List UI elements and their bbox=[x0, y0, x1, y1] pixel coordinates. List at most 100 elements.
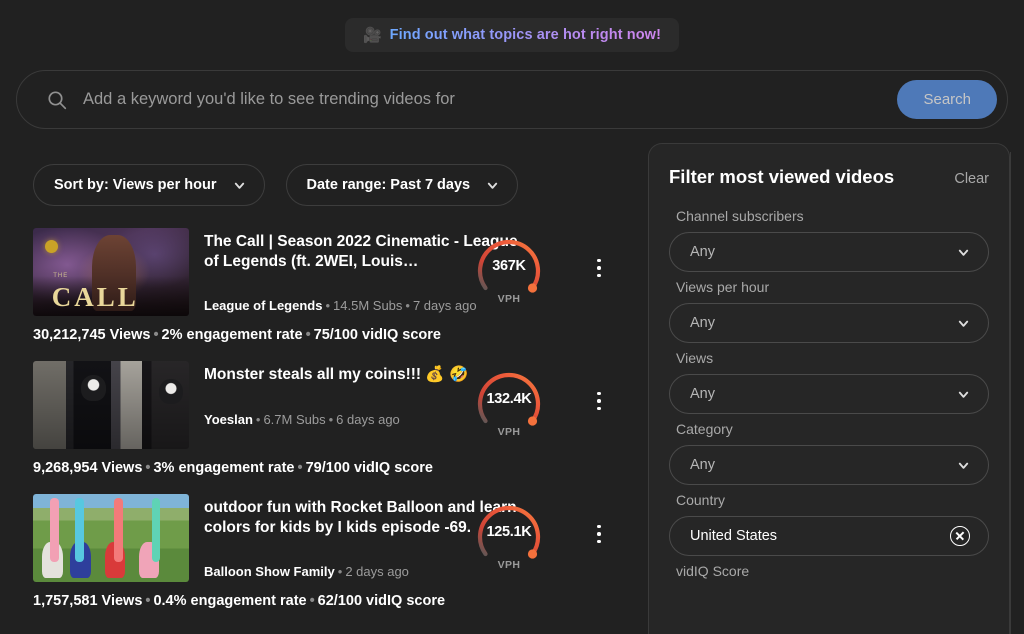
clear-filters-button[interactable]: Clear bbox=[954, 171, 989, 187]
vph-value: 132.4K bbox=[486, 391, 532, 407]
sort-by-dropdown[interactable]: Sort by: Views per hour bbox=[33, 164, 265, 206]
promo-banner: 🎥 Find out what topics are hot right now… bbox=[0, 0, 1024, 70]
video-thumbnail[interactable] bbox=[33, 361, 189, 449]
vidiq-score: 79/100 vidIQ score bbox=[305, 460, 433, 476]
filter-panel-title: Filter most viewed videos bbox=[669, 166, 895, 187]
movie-camera-icon: 🎥 bbox=[362, 26, 382, 44]
video-channel-line: League of Legends • 14.5M Subs • 7 days ago bbox=[204, 298, 477, 314]
thumbnail-balloon bbox=[50, 498, 59, 562]
thumbnail-balloon bbox=[151, 498, 161, 562]
video-result-row[interactable]: outdoor fun with Rocket Balloon and lear… bbox=[0, 494, 640, 609]
chevron-down-icon bbox=[957, 388, 970, 401]
video-result-row[interactable]: Monster steals all my coins!!! 💰 🤣 Yoesl… bbox=[0, 361, 640, 476]
search-icon bbox=[47, 90, 67, 110]
thumbnail-overlay-subtext: THE bbox=[53, 273, 69, 280]
published-date: 7 days ago bbox=[412, 298, 477, 314]
video-title[interactable]: outdoor fun with Rocket Balloon and lear… bbox=[204, 498, 519, 537]
engagement-rate: 2% engagement rate bbox=[161, 327, 303, 343]
vph-value: 367K bbox=[492, 258, 526, 274]
filter-value: Any bbox=[690, 457, 715, 473]
filter-label: vidIQ Score bbox=[676, 563, 750, 579]
vph-gauge: 367K VPH bbox=[473, 233, 545, 305]
video-stats-line: 1,757,581 Views • 0.4% engagement rate • 62/… bbox=[33, 593, 446, 609]
chevron-down-icon bbox=[233, 179, 246, 192]
channel-logo-icon bbox=[45, 240, 59, 254]
date-range-label: Date range: Past 7 days bbox=[306, 177, 471, 193]
category-dropdown[interactable]: Any bbox=[669, 445, 989, 485]
vph-gauge-arc: 367K bbox=[473, 233, 545, 299]
video-stats-line: 9,268,954 Views • 3% engagement rate • 79/10… bbox=[33, 460, 433, 476]
more-options-icon[interactable] bbox=[588, 389, 610, 413]
video-result-row[interactable]: THE CALL The Call | Season 2022 Cinemati… bbox=[0, 228, 640, 343]
thumbnail-art bbox=[33, 361, 189, 449]
sort-by-label: Sort by: Views per hour bbox=[54, 177, 217, 193]
view-count: 1,757,581 Views bbox=[33, 593, 143, 609]
filter-value: Any bbox=[690, 386, 715, 402]
chevron-down-icon bbox=[957, 459, 970, 472]
filter-group-views-per-hour: Views per hour Any bbox=[669, 279, 989, 343]
video-stats-line: 30,212,745 Views • 2% engagement rate • 75/1… bbox=[33, 327, 441, 343]
filter-label: Country bbox=[676, 492, 726, 508]
video-title[interactable]: The Call | Season 2022 Cinematic - Leagu… bbox=[204, 232, 519, 271]
results-column: Sort by: Views per hour Date range: Past… bbox=[0, 150, 640, 634]
channel-name[interactable]: Balloon Show Family bbox=[204, 564, 335, 579]
view-count: 30,212,745 Views bbox=[33, 327, 151, 343]
channel-subs: 6.7M Subs bbox=[263, 411, 326, 427]
page-scrollbar[interactable] bbox=[1010, 152, 1011, 634]
filter-value: United States bbox=[690, 528, 778, 544]
engagement-rate: 3% engagement rate bbox=[153, 460, 295, 476]
thumbnail-art: THE CALL bbox=[33, 228, 189, 316]
vph-gauge-arc: 125.1K bbox=[473, 499, 545, 565]
filter-label: Category bbox=[676, 421, 733, 437]
engagement-rate: 0.4% engagement rate bbox=[153, 593, 307, 609]
filter-value: Any bbox=[690, 315, 715, 331]
filter-group-channel-subscribers: Channel subscribers Any bbox=[669, 208, 989, 272]
video-channel-line: Balloon Show Family • 2 days ago bbox=[204, 564, 409, 580]
filter-label: Views per hour bbox=[676, 279, 770, 295]
vph-gauge-arc: 132.4K bbox=[473, 366, 545, 432]
video-thumbnail[interactable] bbox=[33, 494, 189, 582]
published-date: 6 days ago bbox=[336, 411, 400, 427]
video-title[interactable]: Monster steals all my coins!!! 💰 🤣 bbox=[204, 365, 519, 385]
video-channel-line: Yoeslan • 6.7M Subs • 6 days ago bbox=[204, 411, 400, 427]
video-results-list: THE CALL The Call | Season 2022 Cinemati… bbox=[0, 206, 640, 609]
channel-name[interactable]: Yoeslan bbox=[204, 412, 253, 427]
published-date: 2 days ago bbox=[345, 564, 409, 580]
channel-subscribers-dropdown[interactable]: Any bbox=[669, 232, 989, 272]
search-button[interactable]: Search bbox=[897, 80, 997, 119]
filter-label: Channel subscribers bbox=[676, 208, 804, 224]
thumbnail-balloon bbox=[75, 498, 84, 562]
date-range-dropdown[interactable]: Date range: Past 7 days bbox=[285, 164, 519, 206]
country-dropdown[interactable]: United States bbox=[669, 516, 989, 556]
thumbnail-figure bbox=[159, 378, 183, 405]
vidiq-score: 75/100 vidIQ score bbox=[313, 327, 441, 343]
video-thumbnail[interactable]: THE CALL bbox=[33, 228, 189, 316]
vph-gauge: 125.1K VPH bbox=[473, 499, 545, 571]
search-bar[interactable]: Search bbox=[16, 70, 1008, 129]
chevron-down-icon bbox=[957, 317, 970, 330]
chevron-down-icon bbox=[486, 179, 499, 192]
thumbnail-art bbox=[33, 494, 189, 582]
thumbnail-overlay-text: CALL bbox=[51, 281, 139, 312]
promo-banner-pill[interactable]: 🎥 Find out what topics are hot right now… bbox=[344, 18, 679, 52]
views-per-hour-dropdown[interactable]: Any bbox=[669, 303, 989, 343]
filter-panel: Filter most viewed videos Clear Channel … bbox=[648, 143, 1010, 634]
thumbnail-figure bbox=[81, 375, 107, 402]
search-input[interactable] bbox=[83, 71, 898, 128]
more-options-icon[interactable] bbox=[588, 256, 610, 280]
channel-subs: 14.5M Subs bbox=[333, 298, 403, 314]
views-dropdown[interactable]: Any bbox=[669, 374, 989, 414]
vidiq-score: 62/100 vidIQ score bbox=[317, 593, 446, 609]
view-count: 9,268,954 Views bbox=[33, 460, 143, 476]
promo-banner-label: Find out what topics are hot right now! bbox=[389, 27, 661, 43]
thumbnail-balloon bbox=[114, 498, 123, 562]
sort-filters-row: Sort by: Views per hour Date range: Past… bbox=[0, 150, 640, 206]
clear-country-icon[interactable] bbox=[950, 526, 970, 546]
more-options-icon[interactable] bbox=[588, 522, 610, 546]
channel-name[interactable]: League of Legends bbox=[204, 298, 322, 313]
filter-group-country: Country United States bbox=[669, 492, 989, 556]
filter-value: Any bbox=[690, 244, 715, 260]
filter-panel-header: Filter most viewed videos Clear bbox=[669, 166, 989, 188]
filter-group-category: Category Any bbox=[669, 421, 989, 485]
filter-group-views: Views Any bbox=[669, 350, 989, 414]
